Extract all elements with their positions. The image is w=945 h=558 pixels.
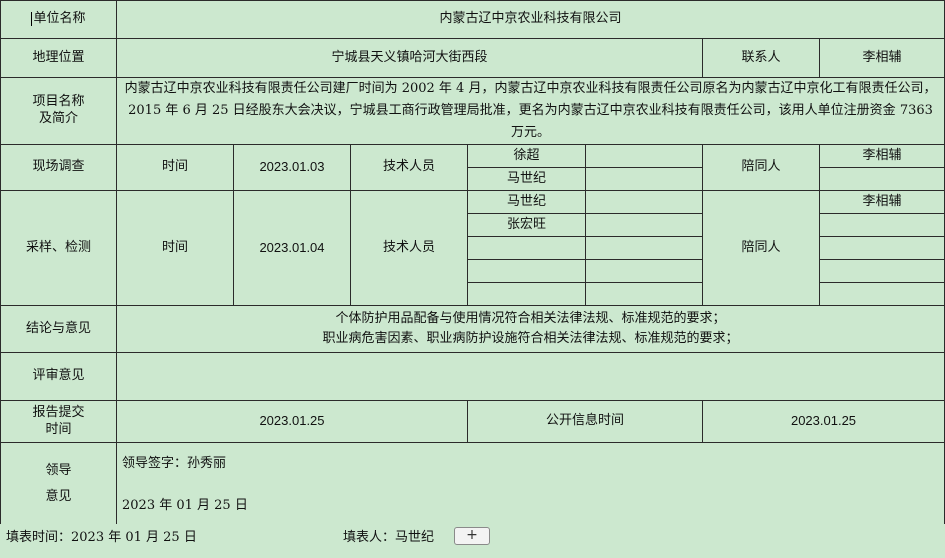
- disclosure-value-cell[interactable]: 2023.01.25: [701, 400, 945, 443]
- sampling-tech-person-1-text: 马世纪: [506, 193, 546, 209]
- location-value: 宁城县天义镇哈河大街西段: [331, 49, 488, 65]
- project-label-line2: 及简介: [38, 111, 78, 126]
- site-survey-tech-person-2[interactable]: 马世纪: [467, 167, 586, 191]
- sampling-accompany-blank-2[interactable]: [818, 213, 945, 237]
- sampling-accompany-blank-5[interactable]: [818, 282, 945, 306]
- info-form-table: 单位名称 内蒙古辽中京农业科技有限公司 地理位置 宁城县天义镇哈河大街西段 联系…: [0, 0, 945, 525]
- unit-label: 单位名称: [33, 11, 86, 27]
- site-survey-tech-person-1-text: 徐超: [513, 147, 540, 163]
- review-value-cell[interactable]: [115, 352, 945, 401]
- report-label-line1: 报告提交: [32, 404, 85, 420]
- location-value-cell[interactable]: 宁城县天义镇哈河大街西段: [116, 38, 703, 78]
- project-label-cell[interactable]: 项目名称 及简介: [0, 77, 117, 145]
- sampling-tech-blank-4b[interactable]: [585, 259, 703, 283]
- site-survey-label: 现场调查: [32, 159, 85, 175]
- site-survey-time-label: 时间: [161, 159, 188, 175]
- contact-label: 联系人: [741, 49, 781, 65]
- sampling-tech-blank-3b[interactable]: [585, 236, 703, 260]
- sampling-tech-blank-5b[interactable]: [585, 282, 703, 306]
- project-label-line1: 项目名称: [32, 94, 85, 110]
- contact-value: 李相辅: [862, 49, 902, 65]
- footer-bar: 填表时间：2023 年 01 月 25 日 填表人：马世纪 +: [0, 524, 945, 558]
- leader-date: 2023 年 01 月 25 日: [122, 498, 248, 513]
- sampling-row-1: 采样、检测 时间 2023.01.04 技术人员 马世纪 陪同人 李相辅: [0, 190, 945, 306]
- contact-value-cell[interactable]: 李相辅: [818, 38, 945, 78]
- site-survey-tech-blank-2[interactable]: [585, 167, 703, 191]
- site-survey-time-label-cell[interactable]: 时间: [116, 144, 234, 191]
- site-survey-tech-label-cell[interactable]: 技术人员: [350, 144, 468, 191]
- sampling-accompany-blank-4[interactable]: [818, 259, 945, 283]
- conclusion-value-cell[interactable]: 个体防护用品配备与使用情况符合相关法律法规、标准规范的要求； 职业病危害因素、职…: [115, 305, 945, 353]
- add-button[interactable]: +: [454, 527, 490, 545]
- conclusion-label: 结论与意见: [25, 320, 91, 336]
- disclosure-value: 2023.01.25: [790, 413, 857, 429]
- site-survey-time-value: 2023.01.03: [259, 159, 325, 175]
- site-survey-row-1: 现场调查 时间 2023.01.03 技术人员 徐超 陪同人 李相辅: [0, 144, 945, 191]
- contact-label-cell[interactable]: 联系人: [702, 38, 820, 78]
- site-survey-accompany-person-1[interactable]: 李相辅: [818, 144, 945, 168]
- sampling-tech-person-2[interactable]: 张宏旺: [467, 213, 586, 237]
- site-survey-accompany-label: 陪同人: [741, 159, 781, 175]
- sampling-tech-blank-2[interactable]: [585, 213, 703, 237]
- unit-value: 内蒙古辽中京农业科技有限公司: [439, 11, 622, 27]
- leader-label-line1: 领导: [45, 462, 72, 478]
- conclusion-line-2: 职业病危害因素、职业病防护设施符合相关法律法规、标准规范的要求；: [322, 331, 739, 346]
- sampling-label-cell[interactable]: 采样、检测: [0, 190, 117, 306]
- review-row: 评审意见: [0, 352, 945, 401]
- sampling-tech-label: 技术人员: [382, 239, 435, 255]
- report-value: 2023.01.25: [259, 413, 325, 429]
- conclusion-label-cell[interactable]: 结论与意见: [0, 305, 117, 353]
- report-label-cell[interactable]: 报告提交 时间: [0, 400, 117, 443]
- site-survey-accompany-person-1-text: 李相辅: [862, 147, 902, 163]
- sampling-tech-blank-1[interactable]: [585, 190, 703, 214]
- leader-signature: 领导签字：孙秀丽: [122, 456, 227, 471]
- report-label-line2: 时间: [45, 421, 72, 437]
- site-survey-label-cell[interactable]: 现场调查: [0, 144, 117, 191]
- site-survey-tech-blank-1[interactable]: [585, 144, 703, 168]
- location-row: 地理位置 宁城县天义镇哈河大街西段 联系人 李相辅: [0, 38, 945, 78]
- sampling-tech-blank-5a[interactable]: [467, 282, 586, 306]
- unit-label-cell[interactable]: 单位名称: [0, 0, 117, 39]
- unit-value-cell[interactable]: 内蒙古辽中京农业科技有限公司: [115, 0, 945, 39]
- site-survey-tech-person-2-text: 马世纪: [506, 170, 546, 186]
- sampling-label: 采样、检测: [25, 239, 91, 255]
- report-value-cell[interactable]: 2023.01.25: [116, 400, 468, 443]
- sampling-time-value: 2023.01.04: [259, 239, 325, 255]
- project-description-cell[interactable]: 内蒙古辽中京农业科技有限责任公司建厂时间为 2002 年 4 月，内蒙古辽中京农…: [115, 77, 945, 145]
- project-description: 内蒙古辽中京农业科技有限责任公司建厂时间为 2002 年 4 月，内蒙古辽中京农…: [124, 81, 937, 140]
- sampling-tech-person-2-text: 张宏旺: [506, 216, 546, 232]
- conclusion-line-1: 个体防护用品配备与使用情况符合相关法律法规、标准规范的要求；: [335, 311, 726, 326]
- location-label-cell[interactable]: 地理位置: [0, 38, 117, 78]
- sampling-tech-blank-4a[interactable]: [467, 259, 586, 283]
- site-survey-time-value-cell[interactable]: 2023.01.03: [233, 144, 351, 191]
- project-row: 项目名称 及简介 内蒙古辽中京农业科技有限责任公司建厂时间为 2002 年 4 …: [0, 77, 945, 145]
- site-survey-tech-label: 技术人员: [382, 159, 435, 175]
- disclosure-label: 公开信息时间: [545, 413, 624, 429]
- review-label: 评审意见: [32, 368, 85, 384]
- sampling-time-label-cell[interactable]: 时间: [116, 190, 234, 306]
- sampling-time-label: 时间: [161, 239, 188, 255]
- sampling-accompany-label-cell[interactable]: 陪同人: [702, 190, 820, 306]
- sampling-tech-label-cell[interactable]: 技术人员: [350, 190, 468, 306]
- site-survey-accompany-label-cell[interactable]: 陪同人: [702, 144, 820, 191]
- sampling-accompany-blank-3[interactable]: [818, 236, 945, 260]
- sampling-accompany-person-1-text: 李相辅: [862, 193, 902, 209]
- conclusion-row: 结论与意见 个体防护用品配备与使用情况符合相关法律法规、标准规范的要求； 职业病…: [0, 305, 945, 353]
- disclosure-label-cell[interactable]: 公开信息时间: [467, 400, 703, 443]
- sampling-time-value-cell[interactable]: 2023.01.04: [233, 190, 351, 306]
- site-survey-tech-person-1[interactable]: 徐超: [467, 144, 586, 168]
- location-label: 地理位置: [32, 49, 85, 65]
- fill-date: 填表时间：2023 年 01 月 25 日: [6, 530, 197, 545]
- sampling-accompany-label: 陪同人: [741, 239, 781, 255]
- report-row: 报告提交 时间 2023.01.25 公开信息时间 2023.01.25: [0, 400, 945, 443]
- leader-label-cell[interactable]: 领导 意见: [0, 442, 117, 525]
- site-survey-accompany-blank-2[interactable]: [818, 167, 945, 191]
- leader-label-line2: 意见: [45, 488, 72, 504]
- sampling-tech-person-1[interactable]: 马世纪: [467, 190, 586, 214]
- unit-row: 单位名称 内蒙古辽中京农业科技有限公司: [0, 0, 945, 39]
- filler-name: 填表人：马世纪: [343, 530, 435, 545]
- sampling-tech-blank-3a[interactable]: [467, 236, 586, 260]
- sampling-accompany-person-1[interactable]: 李相辅: [818, 190, 945, 214]
- review-label-cell[interactable]: 评审意见: [0, 352, 117, 401]
